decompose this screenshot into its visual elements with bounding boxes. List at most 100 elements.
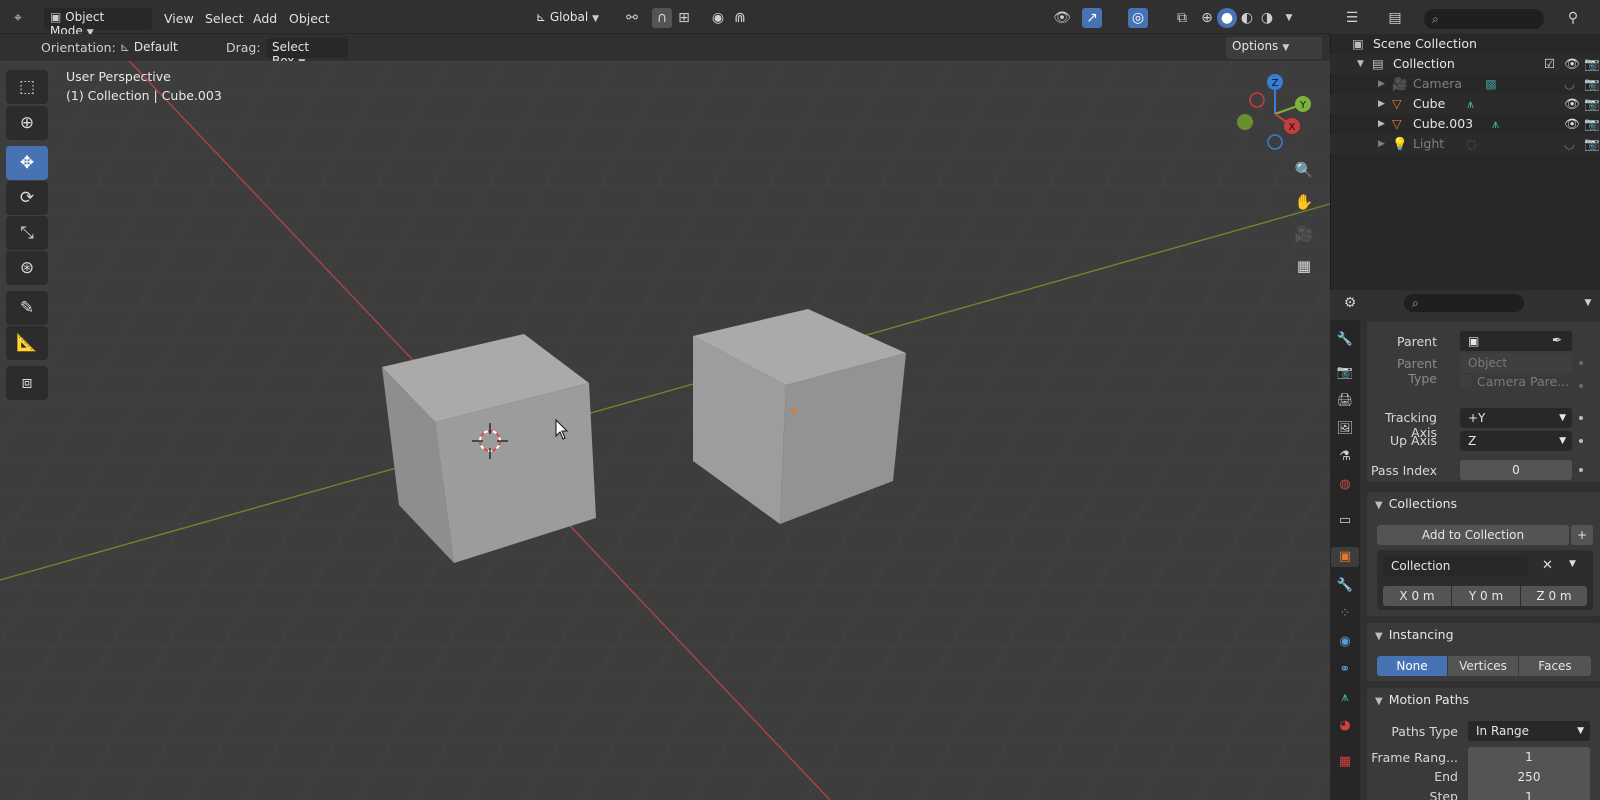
menu-add[interactable]: Add [253,11,277,26]
transform-orientation-dropdown[interactable]: ⊾ Global ▼ [530,8,615,30]
outliner-row-scene-collection[interactable]: ▣ Scene Collection [1330,34,1600,54]
modifier-tab-icon[interactable]: 🔧 [1335,576,1355,596]
instancing-faces-button[interactable]: Faces [1519,656,1591,676]
collection-name-field[interactable]: Collection [1383,556,1528,576]
step-field[interactable]: 1 [1468,787,1590,800]
scene-tab-icon[interactable]: ⚗ [1335,447,1355,467]
shading-rendered-icon[interactable]: ◑ [1257,8,1277,28]
instancing-none-button[interactable]: None [1377,656,1447,676]
gizmo-neg-z[interactable] [1267,134,1283,150]
parent-type-dropdown[interactable]: Object [1460,353,1572,373]
paths-type-dropdown[interactable]: In Range ▼ [1468,721,1590,741]
move-tool[interactable]: ✥ [6,146,48,180]
frame-start-field[interactable]: 1 [1468,747,1590,767]
viewport-scene[interactable] [0,61,1330,800]
animate-dot[interactable] [1579,361,1583,365]
visibility-eye-icon[interactable]: 👁 [1052,8,1072,28]
annotate-tool[interactable]: ✎ [6,291,48,325]
constraints-tab-icon[interactable]: ⚭ [1335,660,1355,680]
properties-search-input[interactable]: ⌕ [1404,294,1524,312]
world-tab-icon[interactable]: ◍ [1335,475,1355,495]
snap-increment-icon[interactable]: ⊞ [674,8,694,28]
outliner-row-light[interactable]: ▶ 💡 Light ◌ ◡ 📷 [1330,134,1600,154]
render-camera-icon[interactable]: 📷 [1584,54,1600,74]
shading-material-icon[interactable]: ◐ [1237,8,1257,28]
snap-magnet-icon[interactable]: ∩ [652,8,672,28]
outliner-editor-icon[interactable]: ☰ [1342,8,1362,28]
view-layer-tab-icon[interactable]: 🖼 [1335,419,1355,439]
eye-icon[interactable]: 👁 [1564,114,1580,134]
render-camera-icon[interactable]: 📷 [1584,134,1600,154]
up-axis-dropdown[interactable]: Z ▼ [1460,431,1572,451]
transform-tool[interactable]: ⊛ [6,251,48,285]
eyedropper-icon[interactable]: ✒ [1552,333,1562,347]
menu-view[interactable]: View [164,11,194,26]
outliner-row-cube-003[interactable]: ▶ ▽ Cube.003 ⩚ 👁 📷 [1330,114,1600,134]
expand-right-icon[interactable]: ▶ [1378,94,1385,114]
camera-parent-checkbox[interactable] [1460,375,1472,387]
expand-right-icon[interactable]: ▶ [1378,74,1385,94]
measure-tool[interactable]: 📐 [6,326,48,360]
pivot-point-icon[interactable]: ⚯ [622,8,642,28]
frame-end-field[interactable]: 250 [1468,767,1590,787]
orientation-dropdown[interactable]: ⊾ Default [114,38,214,58]
options-dropdown[interactable]: Options ▼ [1226,37,1322,59]
gizmo-icon[interactable]: ↗ [1082,8,1102,28]
falloff-curve-icon[interactable]: ⋒ [730,8,750,28]
object-tab-icon[interactable]: ▣ [1331,547,1359,567]
cursor-tool[interactable]: ⊕ [6,106,48,140]
navigation-gizmo[interactable]: Z Y X [1235,70,1315,155]
chevron-down-icon[interactable]: ▼ [1279,8,1299,28]
chevron-down-icon[interactable]: ▼ [1569,559,1576,569]
material-tab-icon[interactable]: ◕ [1335,716,1355,736]
gizmo-neg-y[interactable] [1237,114,1253,130]
perspective-grid-icon[interactable]: ▦ [1291,253,1317,279]
properties-editor-icon[interactable]: ⚙ [1340,293,1360,313]
particles-tab-icon[interactable]: ⁘ [1335,604,1355,624]
pan-hand-icon[interactable]: ✋ [1291,189,1317,215]
gizmo-neg-x[interactable] [1249,92,1265,108]
filter-icon[interactable]: ⚲ [1563,8,1583,28]
outliner-row-camera[interactable]: ▶ 🎥 Camera ▩ ◡ 📷 [1330,74,1600,94]
eye-closed-icon[interactable]: ◡ [1564,74,1575,94]
output-tab-icon[interactable]: 🖨 [1335,391,1355,411]
new-collection-plus-icon[interactable]: + [1571,525,1593,545]
zoom-icon[interactable]: 🔍 [1291,157,1317,183]
collections-panel-header[interactable]: ▼ Collections [1367,492,1600,516]
rotate-tool[interactable]: ⟳ [6,181,48,215]
select-box-tool[interactable]: ⬚ [6,70,48,104]
drag-dropdown[interactable]: Select Box▼ [266,38,348,68]
animate-dot[interactable] [1579,416,1583,420]
mode-dropdown[interactable]: ▣ Object Mode ▼ [44,8,152,38]
outliner-row-cube[interactable]: ▶ ▽ Cube ⩚ 👁 📷 [1330,94,1600,114]
outliner-row-collection[interactable]: ▼ ▤ Collection ☑ 👁 📷 [1330,54,1600,74]
overlays-icon[interactable]: ◎ [1128,8,1148,28]
camera-view-icon[interactable]: 🎥 [1291,221,1317,247]
scale-tool[interactable]: ⤡ [6,216,48,250]
expand-right-icon[interactable]: ▶ [1378,114,1385,134]
menu-object[interactable]: Object [289,11,330,26]
offset-y-field[interactable]: Y 0 m [1452,586,1520,606]
animate-dot[interactable] [1579,468,1583,472]
offset-x-field[interactable]: X 0 m [1383,586,1451,606]
motion-paths-panel-header[interactable]: ▼ Motion Paths [1367,688,1600,712]
xray-icon[interactable]: ⧉ [1172,8,1192,28]
chevron-down-icon[interactable]: ▼ [1578,293,1598,313]
checkbox-icon[interactable]: ☑ [1544,54,1555,74]
add-cube-tool[interactable]: ⧈ [6,366,48,400]
mesh-data-tab-icon[interactable]: ⩚ [1335,688,1355,708]
animate-dot[interactable] [1579,439,1583,443]
collection-tab-icon[interactable]: ▭ [1335,511,1355,531]
physics-tab-icon[interactable]: ◉ [1335,632,1355,652]
shading-solid-icon[interactable]: ● [1217,8,1237,28]
instancing-panel-header[interactable]: ▼ Instancing [1367,623,1600,647]
shading-wireframe-icon[interactable]: ⊕ [1197,8,1217,28]
render-camera-icon[interactable]: 📷 [1584,94,1600,114]
render-camera-icon[interactable]: 📷 [1584,114,1600,134]
eye-closed-icon[interactable]: ◡ [1564,134,1575,154]
3d-viewport[interactable] [0,61,1330,800]
menu-select[interactable]: Select [205,11,244,26]
editor-type-icon[interactable]: ⌖ [8,8,28,28]
expand-right-icon[interactable]: ▶ [1378,134,1385,154]
render-tab-icon[interactable]: 📷 [1335,363,1355,383]
